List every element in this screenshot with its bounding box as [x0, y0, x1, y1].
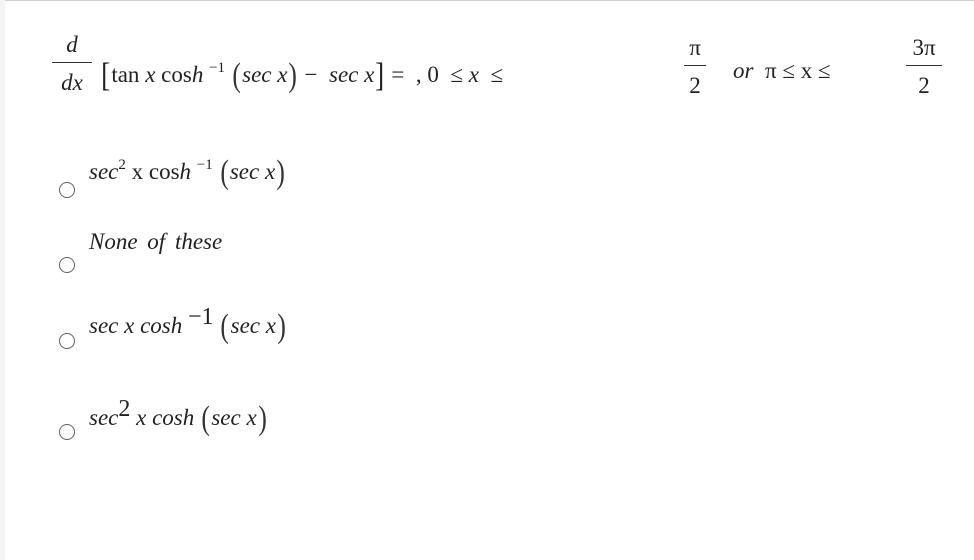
leq-sign: ≤: [490, 62, 504, 87]
sec-x-term-2: sec x: [329, 62, 375, 87]
radio-option-d[interactable]: [59, 424, 75, 440]
option-a-label[interactable]: sec2 x cosh −1 (sec x): [89, 152, 287, 190]
bracket-close: ]: [375, 57, 385, 94]
inverse-exponent: −1: [209, 60, 226, 76]
cosh-h: h: [179, 159, 192, 184]
minus-sign: −: [304, 62, 318, 87]
comma: ,: [415, 62, 422, 87]
var-x: x: [468, 62, 479, 87]
three-pi-over-2: 3π 2: [906, 36, 942, 97]
leq-sign: ≤: [782, 58, 795, 83]
pi-over-2: π 2: [684, 36, 706, 97]
sec-text: sec: [89, 405, 119, 430]
option-b-label[interactable]: None of these: [89, 230, 222, 253]
fraction-bar: [684, 65, 706, 66]
three-pi-numerator: 3π: [912, 35, 936, 60]
option-c-label[interactable]: sec x cosh −1 (sec x): [89, 304, 287, 344]
sec-x-term: sec x: [242, 62, 288, 87]
equals-sign: =: [391, 62, 405, 87]
pi-numerator: π: [689, 35, 701, 60]
paren-close: ): [288, 57, 298, 94]
pi-symbol: π: [764, 58, 777, 83]
leq-sign: ≤: [450, 62, 464, 87]
bracket-open: [: [101, 57, 111, 94]
inverse-exponent: −1: [188, 304, 214, 330]
derivative-denominator: dx: [61, 70, 83, 95]
exponent-two: 2: [118, 396, 131, 422]
radio-option-a[interactable]: [59, 182, 75, 198]
sec-x-term: sec x: [211, 405, 257, 430]
var-x: x: [145, 62, 156, 87]
tan-text: tan: [111, 62, 140, 87]
paren-close: ): [258, 400, 267, 437]
derivative-operator: d dx: [52, 33, 92, 94]
var-x-upright: x: [800, 58, 813, 83]
x-cos-text: x cos: [136, 405, 183, 430]
sec-x-term: sec x: [229, 159, 276, 184]
top-divider: [5, 0, 974, 1]
denominator-two: 2: [689, 73, 701, 98]
paren-close: ): [276, 154, 286, 191]
paren-open: (: [232, 57, 241, 94]
leq-sign: ≤: [817, 58, 831, 83]
paren-open: (: [220, 308, 230, 345]
sec-text: sec: [89, 159, 119, 184]
or-text: or: [733, 58, 754, 83]
option-d-label[interactable]: sec2 x cosh (sec x): [89, 396, 268, 436]
sec-x-cos-text: sec x cos: [89, 313, 171, 338]
sec-x-term: sec x: [230, 313, 276, 338]
denominator-two: 2: [918, 73, 930, 98]
inverse-exponent: −1: [196, 157, 213, 173]
derivative-numerator: d: [66, 32, 78, 57]
fraction-bar: [906, 65, 942, 66]
second-interval: or π ≤ x ≤: [733, 59, 831, 82]
radio-option-c[interactable]: [59, 333, 75, 349]
cosh-text: cos: [161, 62, 192, 87]
radio-option-b[interactable]: [59, 257, 75, 273]
bracket-expression: [tan x cosh −1 (sec x) − sec x] = , 0 ≤ …: [100, 55, 504, 93]
paren-close: ): [277, 308, 286, 345]
cosh-h: h: [182, 405, 195, 430]
fraction-bar: [52, 62, 92, 63]
cosh-h: h: [191, 62, 204, 87]
paren-open: (: [219, 154, 229, 191]
left-margin-strip: [0, 0, 5, 560]
cosh-h: h: [170, 313, 183, 338]
exponent-two: 2: [118, 157, 126, 173]
x-cos-text: x cos: [131, 159, 180, 184]
zero: 0: [427, 62, 439, 87]
paren-open: (: [201, 400, 210, 437]
